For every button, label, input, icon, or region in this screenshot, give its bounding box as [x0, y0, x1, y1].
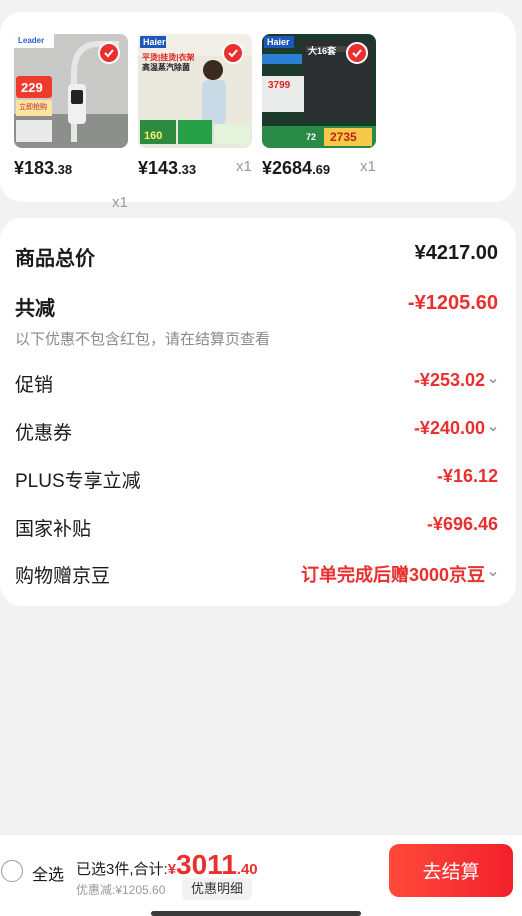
total-reduce-label: 共减 — [15, 298, 55, 320]
cart-products-card: Leader 229 立即抢购 ¥183.38 x1 Haier 平烫|挂烫|衣… — [0, 12, 516, 211]
plus-reduce-value: -¥16.12 — [436, 466, 498, 486]
checkout-button[interactable]: 去结算 — [389, 844, 513, 897]
discount-note: 以下优惠不包含红包，请在结算页查看 — [15, 331, 271, 348]
total-reduce-row: 共减 -¥1205.60 — [15, 292, 498, 322]
coupon-label: 优惠券 — [15, 423, 73, 444]
chevron-down-icon — [489, 378, 497, 383]
select-all-label[interactable]: 全选 — [32, 861, 64, 885]
product-promo-price: 160 — [144, 130, 163, 142]
goods-total-label: 商品总价 — [15, 248, 95, 270]
product-price: ¥143.33 — [138, 158, 197, 178]
total-amount-decimal: .40 — [236, 861, 258, 878]
national-subsidy-value: -¥696.46 — [426, 514, 498, 534]
product-subsidy-tag: 72 — [306, 132, 317, 142]
total-line: 已选3件,合计: ¥ 3011 .40 — [76, 849, 258, 881]
selected-count-text: 已选3件,合计: — [76, 861, 168, 878]
promotion-label: 促销 — [15, 375, 54, 396]
product-brand-logo: Leader — [18, 36, 45, 45]
promotion-row[interactable]: 促销 -¥253.02 — [15, 370, 498, 400]
currency-symbol: ¥ — [167, 861, 177, 878]
product-brand-logo: Haier — [267, 37, 290, 47]
product-thumbnail[interactable]: Haier 大16套 3799 2735 72 — [262, 34, 376, 148]
product-promo-tag: 立即抢购 — [19, 104, 47, 111]
selected-check-icon[interactable] — [222, 42, 244, 64]
coupon-row[interactable]: 优惠券 -¥240.00 — [15, 418, 498, 448]
product-brand-logo: Haier — [143, 37, 166, 47]
product-thumbnail[interactable]: Leader 229 立即抢购 — [14, 34, 128, 148]
goods-total-row: 商品总价 ¥4217.00 — [15, 242, 498, 272]
chevron-down-icon — [489, 426, 497, 431]
product-price: ¥2684.69 — [262, 158, 331, 178]
goods-total-value: ¥4217.00 — [414, 242, 498, 264]
product-quantity: x1 — [112, 194, 128, 211]
product-subheadline: 高温蒸汽除菌 — [142, 63, 190, 72]
discount-detail-button[interactable]: 优惠明细 — [182, 878, 253, 900]
product-promo-price: 2735 — [330, 130, 357, 144]
jingdou-reward-label: 购物赠京豆 — [15, 566, 111, 587]
product-original-price: 3799 — [268, 80, 291, 91]
product-thumbnail[interactable]: Haier 平烫|挂烫|衣架 高温蒸汽除菌 160 — [138, 34, 252, 148]
product-quantity: x1 — [236, 158, 252, 175]
total-amount-integer: 3011 — [176, 849, 237, 880]
jingdou-reward-value: 订单完成后赠3000京豆 — [300, 565, 485, 585]
discount-amount: 优惠减:¥1205.60 — [76, 883, 166, 897]
plus-reduce-row: PLUS专享立减 -¥16.12 — [15, 466, 498, 496]
checkout-bar: 全选 已选3件,合计: ¥ 3011 .40 优惠减:¥1205.60 优惠明细… — [0, 834, 522, 916]
coupon-value: -¥240.00 — [413, 418, 485, 438]
product-headline: 大16套 — [308, 46, 337, 56]
product-quantity: x1 — [360, 158, 376, 175]
national-subsidy-row: 国家补贴 -¥696.46 — [15, 514, 498, 544]
selected-check-icon[interactable] — [346, 42, 368, 64]
product-price: ¥183.38 — [14, 158, 73, 178]
total-reduce-value: -¥1205.60 — [407, 292, 498, 314]
promotion-value: -¥253.02 — [413, 370, 485, 390]
national-subsidy-label: 国家补贴 — [15, 519, 92, 540]
jingdou-reward-row[interactable]: 购物赠京豆 订单完成后赠3000京豆 — [15, 561, 498, 591]
price-summary-card: 商品总价 ¥4217.00 共减 -¥1205.60 以下优惠不包含红包，请在结… — [0, 218, 516, 606]
home-indicator[interactable] — [151, 911, 361, 916]
selected-check-icon[interactable] — [98, 42, 120, 64]
product-promo-price: 229 — [21, 80, 43, 95]
plus-reduce-label: PLUS专享立减 — [15, 471, 141, 492]
chevron-down-icon — [489, 572, 497, 577]
select-all-radio[interactable] — [1, 860, 23, 882]
